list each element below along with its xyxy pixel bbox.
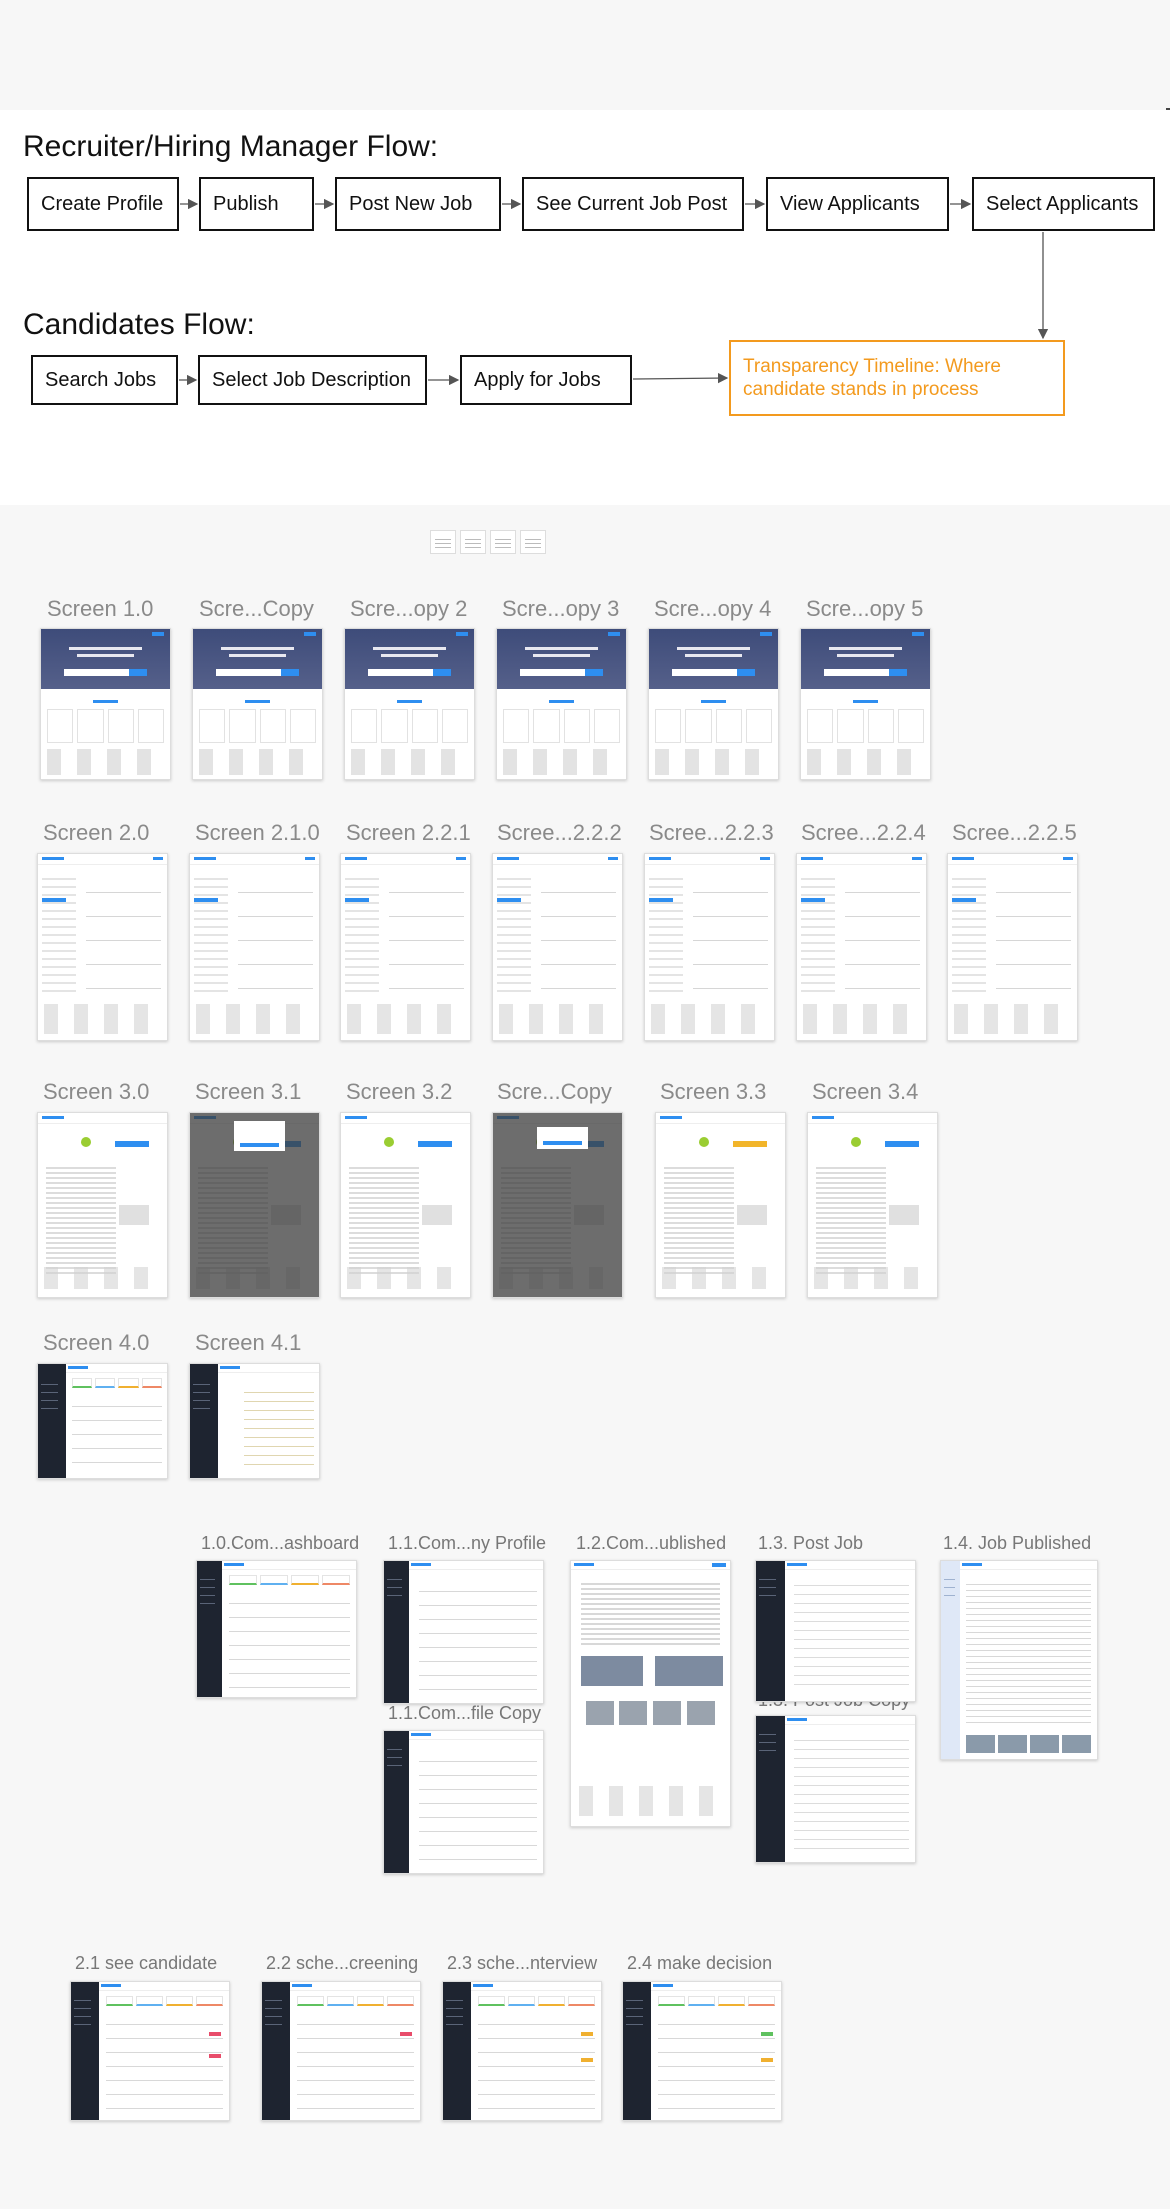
artboard-label: Scre...opy 2 [350,596,468,621]
screen-thumbnail[interactable] [40,628,171,780]
screen-thumbnail[interactable] [755,1560,916,1702]
screen-thumbnail[interactable] [261,1981,421,2121]
mini-thumbnail[interactable] [490,530,516,554]
connector-apply-to-timeline [632,372,729,384]
artboard-label: Screen 4.0 [43,1330,150,1355]
artboard-label: Screen 2.2.1 [346,820,471,845]
screen-thumbnail[interactable] [655,1112,786,1298]
artboard-label: Scre...opy 3 [502,596,620,621]
artboard-label: Scre...opy 5 [806,596,924,621]
artboard-label: 1.0.Com...ashboard [201,1533,360,1553]
screen-thumbnail[interactable] [37,1363,168,1479]
flow-connectors [179,198,1049,386]
artboard-label: Screen 3.0 [43,1079,150,1104]
screen-thumbnail[interactable] [340,1112,471,1298]
artboard-label: Screen 3.2 [346,1079,453,1104]
artboard-label: Scree...2.2.3 [649,820,774,845]
artboard-label: Screen 2.0 [43,820,150,845]
screen-thumbnail[interactable] [189,1363,320,1479]
mini-thumbnail[interactable] [430,530,456,554]
screen-thumbnail[interactable] [800,628,931,780]
artboard-label: 2.2 sche...creening [266,1953,419,1973]
screen-thumbnail[interactable] [70,1981,230,2121]
artboard-label: Scre...opy 4 [654,596,772,621]
artboard-label: Screen 3.4 [812,1079,919,1104]
screen-thumbnail[interactable] [442,1981,602,2121]
artboard-label: 2.1 see candidate [75,1953,218,1973]
screen-thumbnail[interactable] [192,628,323,780]
screen-thumbnail[interactable] [37,1112,168,1298]
artboard-label: Screen 4.1 [195,1330,302,1355]
artboard-label: 1.4. Job Published [943,1533,1092,1553]
screen-thumbnail[interactable] [344,628,475,780]
screen-thumbnail[interactable] [492,1112,623,1298]
artboard-label: Scre...Copy [199,596,314,621]
screen-thumbnail[interactable] [947,853,1078,1041]
artboard-label: 1.1.Com...file Copy [388,1703,542,1723]
screen-thumbnail[interactable] [755,1715,916,1863]
screen-thumbnail[interactable] [492,853,623,1041]
screen-thumbnail[interactable] [196,1560,357,1698]
screen-thumbnail[interactable] [496,628,627,780]
screen-thumbnail[interactable] [648,628,779,780]
artboard-label: Scre...Copy [497,1079,612,1104]
mini-thumbnail[interactable] [520,530,546,554]
screen-thumbnail[interactable] [340,853,471,1041]
artboard-label: Screen 2.1.0 [195,820,320,845]
artboard-label: Screen 3.1 [195,1079,302,1104]
artboard-label: Screen 1.0 [47,596,154,621]
artboard-label: Scree...2.2.2 [497,820,622,845]
artboard-label: 1.1.Com...ny Profile [388,1533,547,1553]
artboard-label: Scree...2.2.5 [952,820,1077,845]
screen-thumbnail[interactable] [940,1560,1098,1760]
screen-thumbnail[interactable] [570,1560,731,1827]
mini-thumbnail[interactable] [460,530,486,554]
artboard-label: 2.3 sche...nterview [447,1953,598,1973]
artboard-label: 2.4 make decision [627,1953,773,1973]
screen-thumbnail[interactable] [807,1112,938,1298]
screen-thumbnail[interactable] [622,1981,782,2121]
artboard-label: 1.2.Com...ublished [576,1533,727,1553]
screen-thumbnail[interactable] [189,1112,320,1298]
screen-thumbnail[interactable] [796,853,927,1041]
screen-thumbnail[interactable] [189,853,320,1041]
artboard-label: Scree...2.2.4 [801,820,926,845]
artboard-label: 1.3. Post Job [758,1533,864,1553]
artboard-label: Screen 3.3 [660,1079,767,1104]
screen-thumbnail[interactable] [383,1730,544,1874]
screen-thumbnail[interactable] [37,853,168,1041]
screen-thumbnail[interactable] [383,1560,544,1704]
screen-thumbnail[interactable] [644,853,775,1041]
